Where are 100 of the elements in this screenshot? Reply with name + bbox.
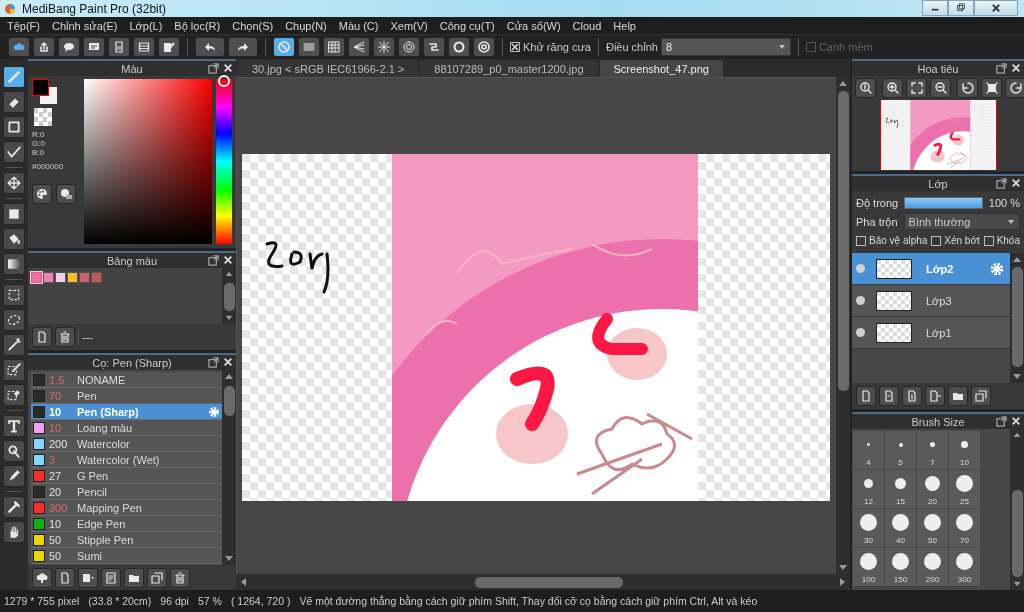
brush-item[interactable]: 27 G Pen	[31, 468, 222, 484]
brush-name: Edge Pen	[77, 517, 127, 530]
brush-size-label: 300	[957, 575, 972, 584]
brush-name: G Pen	[77, 469, 110, 482]
brush-size-option[interactable]: 300	[949, 548, 980, 586]
menu-item[interactable]: Lớp(L)	[123, 19, 169, 32]
menu-item[interactable]: Tệp(F)	[1, 19, 46, 32]
brush-item[interactable]: 300 Mapping Pen	[31, 500, 222, 516]
menu-item[interactable]: Cửa sổ(W)	[500, 19, 567, 32]
status-hint: Vẽ một đường thẳng bằng cách giữ phím Shift, Thay đổi cỡ cọ bằng cách giữ phím Ctrl, Alt và kéo	[299, 595, 758, 607]
brush-size-option[interactable]: 4	[853, 431, 884, 469]
window-title: MediBang Paint Pro (32bit)	[22, 1, 167, 16]
opacity-value: 100 %	[988, 196, 1020, 209]
brush-item[interactable]: 10 Edge Pen	[31, 516, 222, 532]
blend-mode-dropdown[interactable]: Bình thường	[903, 213, 1020, 230]
layer-item[interactable]: Lớp3	[852, 285, 1010, 317]
document-tab[interactable]: 30.jpg < sRGB IEC61966-2.1 >	[238, 60, 419, 77]
brush-item[interactable]: 200 Watercolor	[31, 436, 222, 452]
status-zoom: 57 %	[197, 595, 222, 607]
brush-name: Watercolor (Wet)	[77, 453, 161, 466]
checkbox-label: Xén bớt	[944, 235, 980, 246]
status-dpi: 96 dpi	[160, 595, 189, 607]
brush-size-option[interactable]: 70	[949, 509, 980, 547]
brush-size-option[interactable]: 150	[885, 548, 916, 586]
brush-size-label: 30	[864, 536, 873, 545]
brush-name: Sumi	[77, 549, 104, 562]
brush-item[interactable]: 50 Sumi	[31, 548, 222, 564]
menu-item[interactable]: Xem(V)	[384, 19, 434, 32]
menu-item[interactable]: Help	[607, 19, 642, 32]
menu-item[interactable]: Bộ lọc(R)	[168, 19, 227, 32]
brush-size-option[interactable]: 15	[885, 470, 916, 508]
brush-size-label: 12	[864, 497, 873, 506]
brush-size-label: 40	[896, 536, 905, 545]
menu-item[interactable]: Chỉnh sửa(E)	[46, 19, 124, 32]
brush-size-option[interactable]: 100	[853, 548, 884, 586]
brush-size: 1.5	[49, 373, 66, 386]
brush-size-option[interactable]: 12	[853, 470, 884, 508]
brush-size-option[interactable]: 30	[853, 509, 884, 547]
layer-item[interactable]: Lớp2	[852, 253, 1010, 285]
brush-size: 300	[49, 501, 69, 514]
panel-title: Bảng màu	[106, 254, 158, 267]
channel-value: R:0	[32, 131, 46, 139]
brush-name: Pencil	[77, 485, 108, 498]
brush-size-label: 7	[930, 458, 935, 467]
panel-title: Màu	[121, 62, 143, 75]
panel-title: Hoa tiêu	[917, 62, 959, 75]
brush-size: 50	[49, 533, 63, 546]
brush-size-option[interactable]: 200	[917, 548, 948, 586]
checkbox-label: Bảo vệ alpha	[869, 235, 928, 246]
brush-size-option[interactable]: 7	[917, 431, 948, 469]
brush-item[interactable]: 50 Stipple Pen	[31, 532, 222, 548]
brush-size-label: 100	[861, 575, 876, 584]
channel-value: B:0	[32, 149, 45, 157]
brush-size: 20	[49, 485, 63, 498]
brush-name: NONAME	[77, 373, 127, 386]
brush-size-label: 10	[960, 458, 969, 467]
brush-item[interactable]: 3 Watercolor (Wet)	[31, 452, 222, 468]
brush-size-label: 5	[898, 458, 903, 467]
brush-item[interactable]: 70 Pen	[31, 388, 222, 404]
layer-name: Lớp1	[926, 326, 953, 339]
menu-item[interactable]: Màu (C)	[332, 19, 385, 32]
layer-name: Lớp2	[926, 262, 955, 275]
hex-value: #000000	[32, 163, 65, 171]
adjust-dropdown[interactable]: 8	[660, 38, 791, 56]
brush-item[interactable]: 10 Pen (Sharp)	[31, 404, 222, 420]
brush-size-label: 4	[866, 458, 871, 467]
layer-item[interactable]: Lớp1	[852, 317, 1010, 349]
panel-title: Lớp	[928, 177, 948, 190]
brush-size-option[interactable]: 20	[917, 470, 948, 508]
brush-size-option[interactable]: 50	[917, 509, 948, 547]
brush-size-label: 70	[960, 536, 969, 545]
brush-size-option[interactable]: 10	[949, 431, 980, 469]
field-label: Điều chỉnh	[605, 41, 658, 53]
brush-name: Mapping Pen	[77, 501, 143, 514]
brush-size: 10	[49, 421, 63, 434]
brush-item[interactable]: 10 Loang màu	[31, 420, 222, 436]
panel-title: Brush Size	[911, 415, 965, 428]
brush-size-option[interactable]: 40	[885, 509, 916, 547]
brush-size: 50	[49, 549, 63, 562]
brush-name: Loang màu	[77, 421, 134, 434]
brush-item[interactable]: 20 Pencil	[31, 484, 222, 500]
brush-size-label: 20	[928, 497, 937, 506]
brush-name: Stipple Pen	[77, 533, 135, 546]
document-tab[interactable]: Screenshot_47.png	[599, 60, 723, 77]
menu-item[interactable]: Chọn(S)	[226, 19, 280, 32]
brush-size-option[interactable]: 25	[949, 470, 980, 508]
brush-item[interactable]: 1.5 NONAME	[31, 372, 222, 388]
brush-size: 70	[49, 389, 63, 402]
status-cursor: ( 1264, 720 )	[230, 595, 291, 607]
status-physical: (33.8 * 20cm)	[88, 595, 152, 607]
document-tab[interactable]: 88107289_p0_master1200.jpg	[420, 60, 598, 77]
checkbox-label: Khóa	[996, 235, 1020, 246]
checkbox-label: Cạnh mềm	[818, 41, 873, 53]
brush-size-option[interactable]: 5	[885, 431, 916, 469]
field-label: Pha trộn	[856, 215, 898, 228]
menu-item[interactable]: Chụp(N)	[279, 19, 333, 32]
menu-item[interactable]: Cloud	[566, 19, 608, 32]
brush-size: 10	[49, 517, 63, 530]
menu-item[interactable]: Công cụ(T)	[433, 19, 501, 32]
channel-value: G:0	[32, 140, 46, 148]
